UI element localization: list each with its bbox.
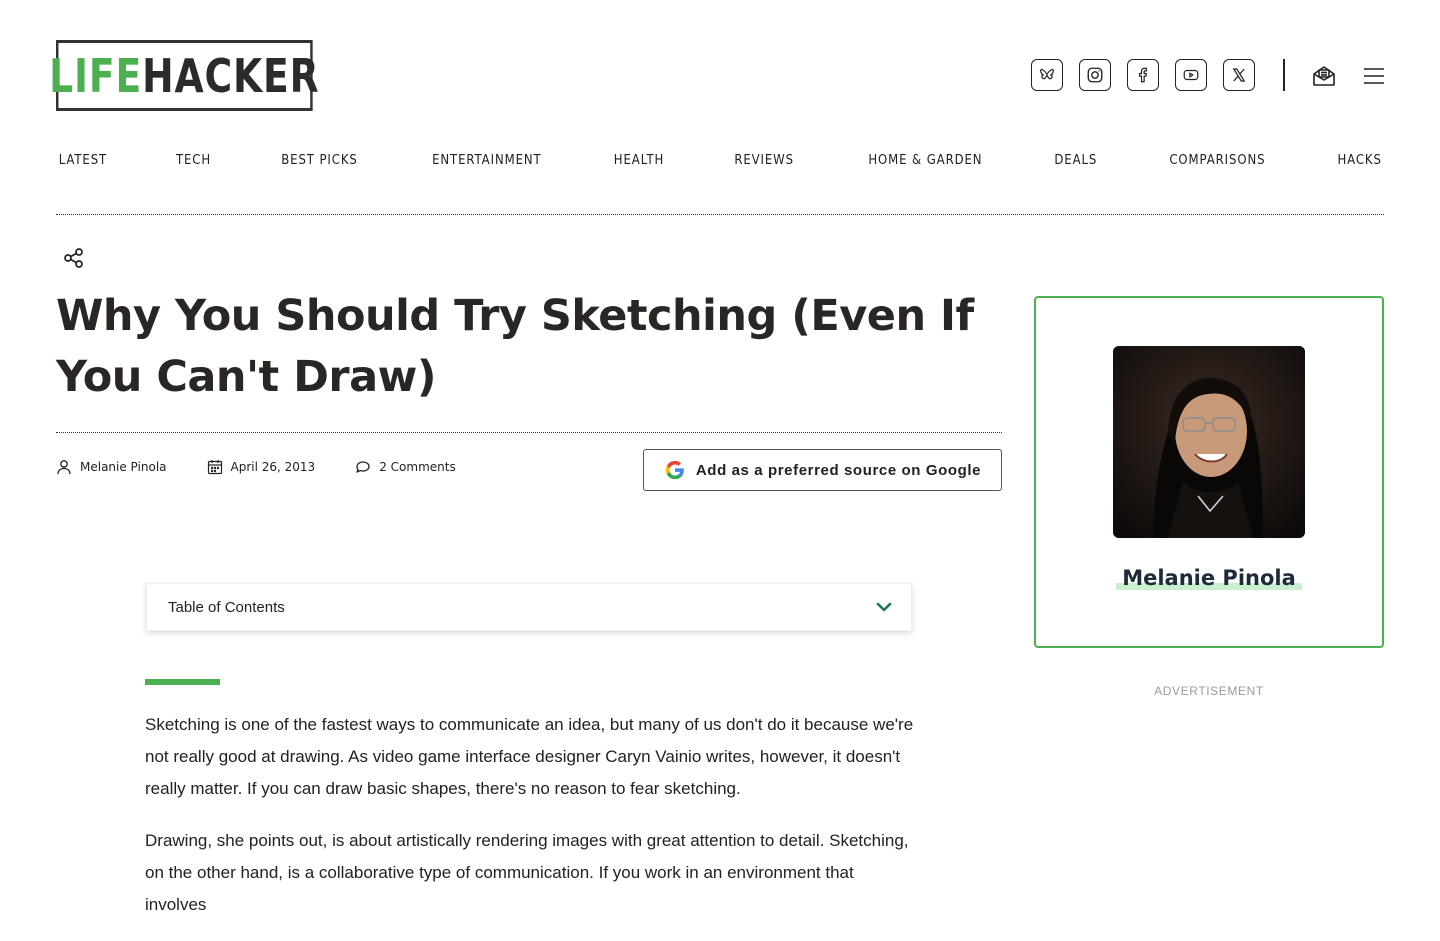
comment-icon (356, 461, 370, 473)
author-avatar[interactable] (1113, 346, 1305, 538)
table-of-contents[interactable]: Table of Contents (146, 583, 912, 631)
google-preferred-source-button[interactable]: Add as a preferred source on Google (643, 449, 1002, 491)
nav-item-home-garden[interactable]: HOME & GARDEN (868, 153, 982, 168)
nav-divider (56, 214, 1384, 215)
paragraph: Drawing, she points out, is about artist… (145, 831, 909, 914)
user-icon (57, 460, 71, 475)
google-button-label: Add as a preferred source on Google (695, 461, 982, 479)
advertisement-label: ADVERTISEMENT (1154, 684, 1264, 698)
logo-part-life: LIFE (49, 48, 143, 103)
share-icon[interactable] (63, 247, 85, 269)
nav-item-comparisons[interactable]: COMPARISONS (1169, 153, 1265, 168)
bluesky-icon[interactable] (1031, 59, 1063, 91)
chevron-down-icon[interactable] (875, 598, 893, 616)
logo-part-hacker: HACKER (142, 48, 320, 103)
toc-label: Table of Contents (168, 598, 285, 616)
x-icon[interactable] (1223, 59, 1255, 91)
newsletter-icon[interactable] (1311, 63, 1337, 89)
author-link[interactable]: Melanie Pinola (80, 460, 167, 474)
nav-item-deals[interactable]: DEALS (1055, 153, 1098, 168)
nav-item-health[interactable]: HEALTH (614, 153, 664, 168)
article-meta: Melanie Pinola April 26, 2013 2 Comments (56, 459, 496, 475)
comments-link[interactable]: 2 Comments (379, 460, 456, 474)
main-nav: LATEST TECH BEST PICKS ENTERTAINMENT HEA… (56, 153, 1384, 168)
date-meta: April 26, 2013 (207, 459, 316, 475)
accent-bar (145, 679, 220, 685)
comments-meta[interactable]: 2 Comments (355, 459, 456, 475)
article-title: Why You Should Try Sketching (Even If Yo… (56, 291, 974, 402)
nav-item-latest[interactable]: LATEST (59, 153, 107, 168)
title-divider (56, 432, 1002, 433)
publish-date: April 26, 2013 (230, 460, 316, 474)
calendar-icon (207, 460, 222, 475)
nav-item-best-picks[interactable]: BEST PICKS (281, 153, 358, 168)
author-meta[interactable]: Melanie Pinola (56, 459, 167, 475)
hamburger-menu-icon[interactable] (1364, 67, 1384, 85)
article-body: Sketching is one of the fastest ways to … (145, 709, 915, 941)
author-card-name-text[interactable]: Melanie Pinola (1116, 566, 1302, 590)
instagram-icon[interactable] (1079, 59, 1111, 91)
author-card-name[interactable]: Melanie Pinola (1036, 566, 1382, 590)
paragraph: Sketching is one of the fastest ways to … (145, 715, 914, 798)
google-icon (665, 460, 684, 480)
site-logo[interactable]: LIFE HACKER (49, 40, 319, 111)
nav-item-entertainment[interactable]: ENTERTAINMENT (432, 153, 542, 168)
nav-item-reviews[interactable]: REVIEWS (735, 153, 795, 168)
facebook-icon[interactable] (1127, 59, 1159, 91)
author-card: Melanie Pinola (1034, 296, 1384, 648)
nav-item-hacks[interactable]: HACKS (1337, 153, 1381, 168)
youtube-icon[interactable] (1175, 59, 1207, 91)
nav-item-tech[interactable]: TECH (176, 153, 211, 168)
header-divider (1283, 59, 1285, 91)
social-links (1031, 59, 1255, 91)
